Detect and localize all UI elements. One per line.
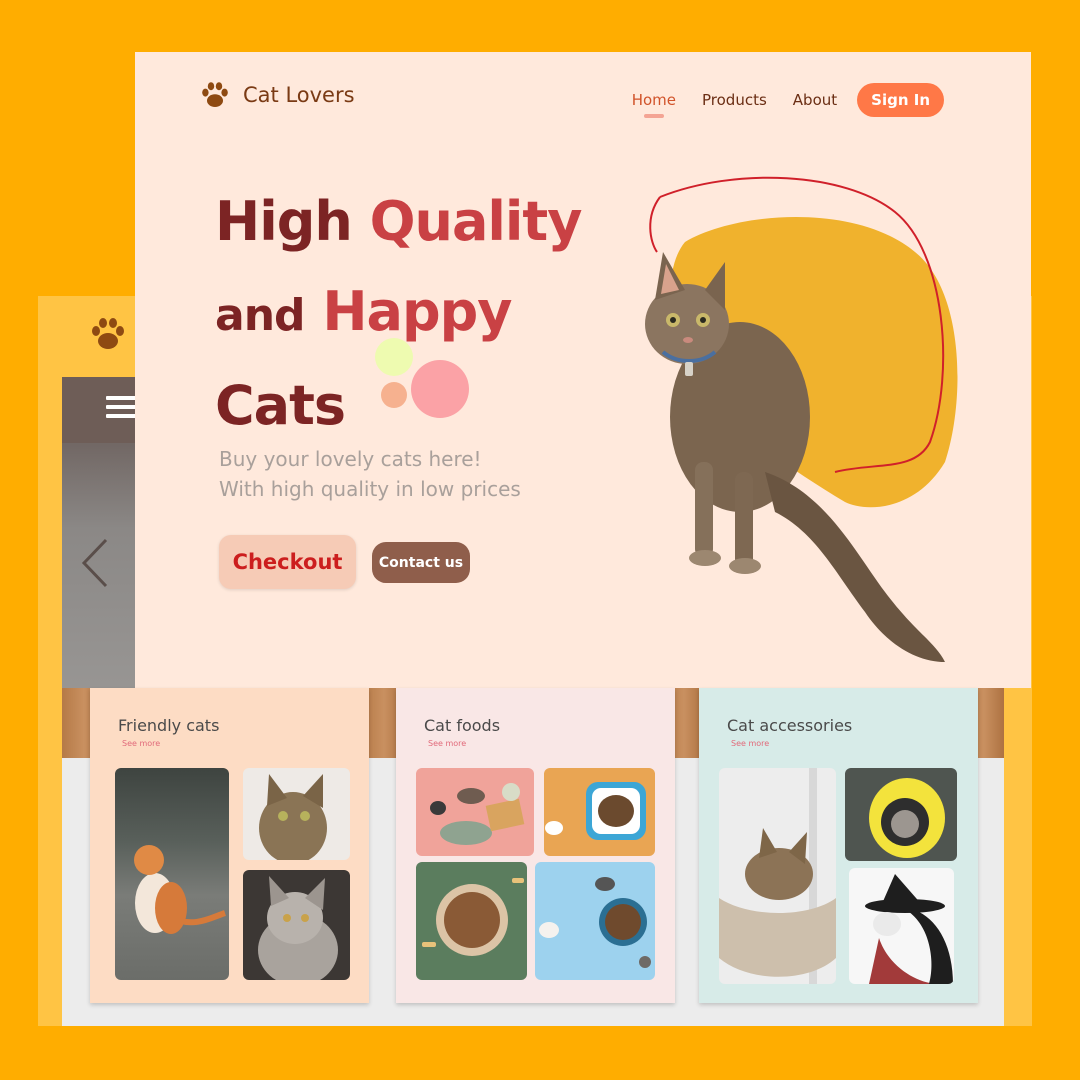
headline-word: and [215,290,306,341]
cat-photo-icon [259,774,327,860]
card-title: Friendly cats [118,716,220,735]
photo-tabby-cat[interactable] [243,768,350,860]
hamburger-menu-icon[interactable] [106,396,136,422]
category-card-cat-foods[interactable]: Cat foods See more [396,688,675,1003]
photo-cat-basket[interactable] [719,768,836,984]
nav-products[interactable]: Products [702,91,767,109]
see-more-link[interactable]: See more [731,739,769,748]
landing-page: Cat Lovers Home Products About Sign In H… [135,52,1031,688]
photo-food-bowl-wood[interactable] [544,768,655,856]
sign-in-button[interactable]: Sign In [857,83,944,117]
photo-food-bowl-blue[interactable] [535,862,655,980]
card-title: Cat accessories [727,716,853,735]
food-photo-icon [430,783,525,845]
hero-cat-illustration [645,176,958,662]
headline-word: High [215,190,353,253]
photo-cat-witch-hat[interactable] [849,868,954,984]
checkout-button[interactable]: Checkout [219,535,356,589]
category-card-friendly-cats[interactable]: Friendly cats See more [90,688,369,1003]
food-photo-icon [539,877,651,968]
nav-home[interactable]: Home [632,91,676,118]
contact-us-button[interactable]: Contact us [372,542,470,583]
carousel-prev-arrow-icon[interactable] [80,536,110,590]
food-photo-icon [422,878,524,956]
headline-accent-word: Happy [322,280,512,343]
decorative-dot [375,338,413,376]
back-paw-icon [92,318,124,349]
see-more-link[interactable]: See more [122,739,160,748]
paw-icon [202,82,228,107]
accessory-photo-icon [719,768,836,984]
hero-subtitle-line: Buy your lovely cats here! [219,447,482,471]
hero-subtitle-line: With high quality in low prices [219,477,521,501]
food-photo-icon [545,782,646,840]
cat-photo-icon [258,876,338,980]
hero-headline: High Quality and Happy Cats [215,177,583,451]
category-card-cat-accessories[interactable]: Cat accessories See more [699,688,978,1003]
nav-about[interactable]: About [793,91,837,109]
card-title: Cat foods [424,716,501,735]
hero-subtitle: Buy your lovely cats here! With high qua… [219,444,521,504]
photo-silver-tabby[interactable] [243,870,350,980]
photo-food-flatlay[interactable] [416,768,534,856]
headline-word: Cats [215,374,346,437]
decorative-dot [411,360,469,418]
cat-photo-icon [134,845,226,934]
headline-accent-word: Quality [369,190,583,253]
photo-food-bowl-green[interactable] [416,862,527,980]
logo[interactable]: Cat Lovers [199,79,355,111]
see-more-link[interactable]: See more [428,739,466,748]
photo-cat-backpack[interactable] [845,768,957,861]
top-nav: Home Products About Sign In [606,83,944,118]
decorative-dot [381,382,407,408]
accessory-photo-icon [865,874,953,984]
brand-name: Cat Lovers [243,83,355,107]
accessory-photo-icon [869,778,945,858]
photo-orange-white-cat[interactable] [115,768,229,980]
